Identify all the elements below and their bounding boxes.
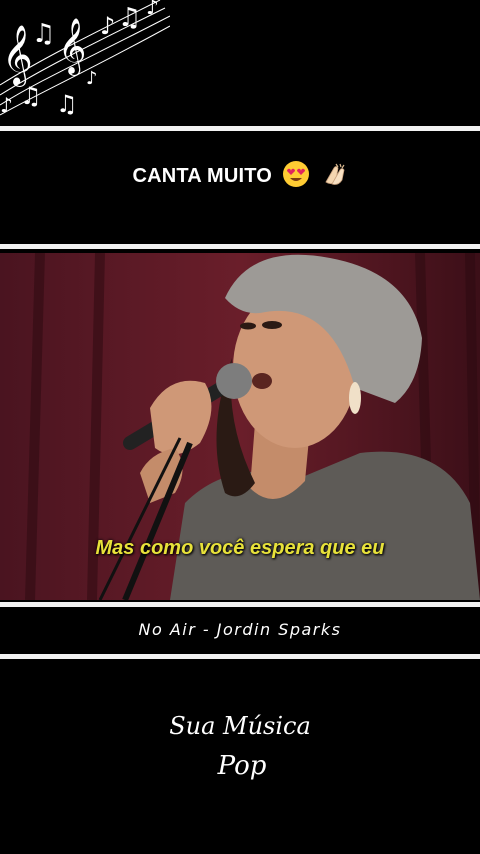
brand-line2: Pop (217, 751, 267, 781)
clapping-hands-emoji-icon (325, 163, 345, 185)
caption-text: CANTA MUITO (132, 165, 273, 187)
svg-text:♪: ♪ (0, 93, 13, 117)
song-title: No Air - Jordin Sparks (138, 620, 342, 639)
svg-text:♫: ♫ (20, 82, 42, 110)
caption: CANTA MUITO (0, 160, 480, 188)
svg-text:♪: ♪ (146, 0, 159, 19)
svg-text:𝄞: 𝄞 (2, 25, 33, 87)
heart-eyes-emoji-icon (282, 161, 309, 187)
top-divider (0, 126, 480, 131)
brand-line1: Sua Música (169, 712, 311, 740)
svg-text:♪: ♪ (100, 12, 115, 40)
svg-text:♫: ♫ (118, 3, 141, 33)
video-subtitle: Mas como você espera que eu (95, 537, 385, 559)
video-bottom-divider (0, 602, 480, 607)
svg-text:𝄞: 𝄞 (58, 18, 86, 76)
brand-logo: Sua Música Pop (169, 712, 311, 781)
svg-text:♪: ♪ (86, 68, 98, 89)
svg-text:♫: ♫ (56, 90, 78, 118)
svg-text:♫: ♫ (32, 19, 55, 49)
music-notes-icon: 𝄞 𝄞 ♫ ♪ ♫ ♪ ♫ ♫ ♪ ♪ (0, 0, 170, 118)
caption-divider (0, 244, 480, 249)
song-divider (0, 654, 480, 659)
